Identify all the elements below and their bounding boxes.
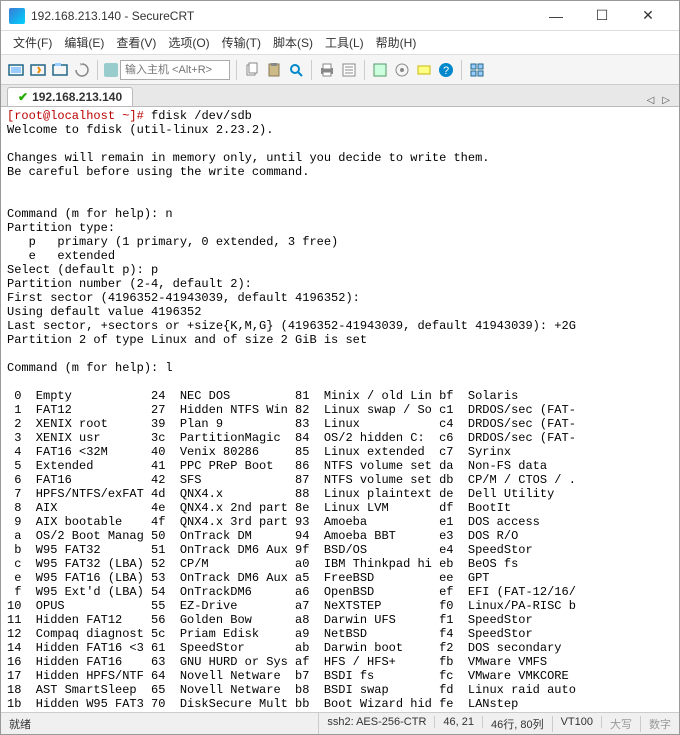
status-size: 46行, 80列 <box>483 716 553 732</box>
global-options-icon[interactable] <box>393 61 411 79</box>
toolbar: ? <box>1 55 679 85</box>
svg-text:?: ? <box>443 65 449 77</box>
minimize-button[interactable]: — <box>533 2 579 30</box>
app-icon <box>9 8 25 24</box>
tab-label: 192.168.213.140 <box>32 90 122 104</box>
status-cursor: 46, 21 <box>435 716 483 728</box>
reconnect-icon[interactable] <box>73 61 91 79</box>
titlebar-text: 192.168.213.140 - SecureCRT <box>31 9 533 23</box>
statusbar: 就绪 ssh2: AES-256-CTR 46, 21 46行, 80列 VT1… <box>1 712 679 734</box>
keyword-highlight-icon[interactable] <box>415 61 433 79</box>
maximize-button[interactable]: ☐ <box>579 2 625 30</box>
session-options-icon[interactable] <box>371 61 389 79</box>
tab-session[interactable]: ✔ 192.168.213.140 <box>7 87 133 106</box>
tile-icon[interactable] <box>468 61 486 79</box>
status-connection: ssh2: AES-256-CTR <box>319 716 435 728</box>
status-ready: 就绪 <box>1 713 319 734</box>
titlebar-buttons: — ☐ ✕ <box>533 2 671 30</box>
terminal[interactable]: [root@localhost ~]# fdisk /dev/sdb Welco… <box>1 107 679 712</box>
tab-scroll-right[interactable]: ▷ <box>659 95 673 106</box>
copy-icon[interactable] <box>243 61 261 79</box>
tabbar: ✔ 192.168.213.140 ◁ ▷ <box>1 85 679 107</box>
toolbar-separator <box>236 60 237 80</box>
menu-file[interactable]: 文件(F) <box>7 32 58 53</box>
app-window: 192.168.213.140 - SecureCRT — ☐ ✕ 文件(F) … <box>0 0 680 735</box>
connect-icon[interactable] <box>7 61 25 79</box>
connected-icon: ✔ <box>18 90 28 104</box>
connect-tab-icon[interactable] <box>51 61 69 79</box>
menu-script[interactable]: 脚本(S) <box>267 32 319 53</box>
host-icon <box>104 63 118 77</box>
toolbar-separator <box>97 60 98 80</box>
menu-options[interactable]: 选项(O) <box>162 32 215 53</box>
tab-scroll-left[interactable]: ◁ <box>644 95 658 106</box>
status-num: 数字 <box>641 716 679 732</box>
properties-icon[interactable] <box>340 61 358 79</box>
tab-scroll: ◁ ▷ <box>644 95 673 106</box>
host-input-wrap <box>104 60 230 80</box>
find-icon[interactable] <box>287 61 305 79</box>
close-button[interactable]: ✕ <box>625 2 671 30</box>
toolbar-separator <box>461 60 462 80</box>
menu-edit[interactable]: 编辑(E) <box>58 32 110 53</box>
status-term: VT100 <box>553 716 602 728</box>
help-icon[interactable]: ? <box>437 61 455 79</box>
host-input[interactable] <box>120 60 230 80</box>
menu-tools[interactable]: 工具(L) <box>319 32 370 53</box>
status-caps: 大写 <box>602 716 641 732</box>
toolbar-separator <box>311 60 312 80</box>
menu-view[interactable]: 查看(V) <box>110 32 162 53</box>
print-icon[interactable] <box>318 61 336 79</box>
menubar: 文件(F) 编辑(E) 查看(V) 选项(O) 传输(T) 脚本(S) 工具(L… <box>1 31 679 55</box>
paste-icon[interactable] <box>265 61 283 79</box>
menu-help[interactable]: 帮助(H) <box>370 32 423 53</box>
toolbar-separator <box>364 60 365 80</box>
quick-connect-icon[interactable] <box>29 61 47 79</box>
titlebar: 192.168.213.140 - SecureCRT — ☐ ✕ <box>1 1 679 31</box>
menu-transfer[interactable]: 传输(T) <box>216 32 267 53</box>
